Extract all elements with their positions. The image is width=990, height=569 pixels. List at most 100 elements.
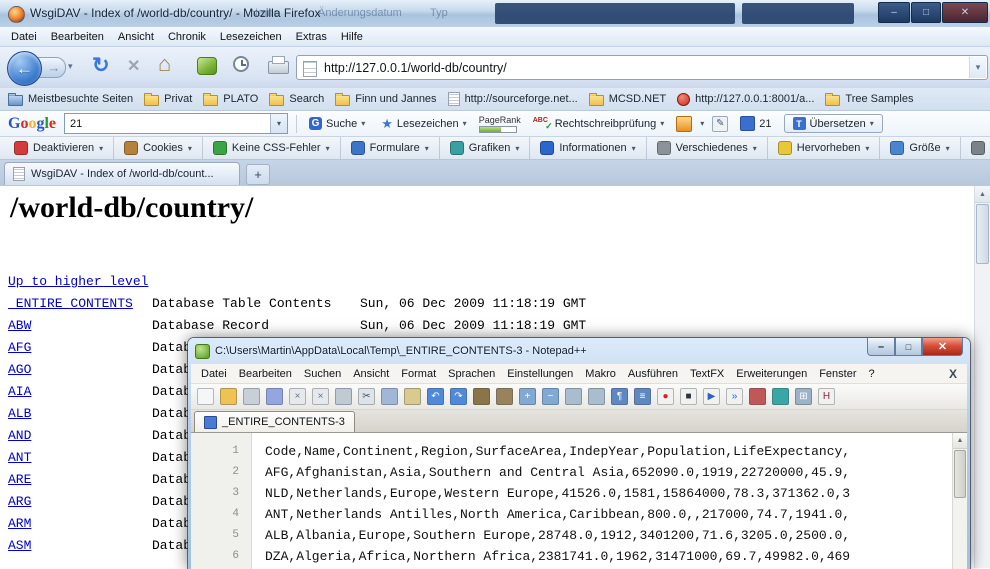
save-all-icon[interactable]	[266, 388, 283, 405]
menu-item[interactable]: TextFX	[684, 368, 730, 380]
save-icon[interactable]	[243, 388, 260, 405]
history-clock-icon[interactable]	[233, 56, 249, 72]
webdev-menu-button[interactable]: Deaktivieren ▾	[4, 137, 114, 159]
directory-entry-link[interactable]: AIA	[8, 381, 152, 403]
show-symbols-icon[interactable]: ¶	[611, 388, 628, 405]
webdev-menu-button[interactable]: Cookies ▾	[114, 137, 203, 159]
menu-item[interactable]: Chronik	[161, 31, 213, 43]
doc-map-icon[interactable]: ⊞	[795, 388, 812, 405]
close-button[interactable]: ✕	[922, 338, 963, 356]
directory-entry-link[interactable]: ABW	[8, 315, 152, 337]
sync-scroll-v-icon[interactable]	[565, 388, 582, 405]
google-toolbar-icon[interactable]	[676, 116, 692, 132]
zoom-in-icon[interactable]: +	[519, 388, 536, 405]
monitor-icon[interactable]	[772, 388, 789, 405]
scroll-up-icon[interactable]: ▲	[953, 433, 967, 449]
menu-item[interactable]: Suchen	[298, 368, 347, 380]
webdev-menu-button[interactable]: Verschiedenes ▾	[647, 137, 768, 159]
webdev-menu-button[interactable]: Grafiken ▾	[440, 137, 531, 159]
bookmark-item[interactable]: Privat	[144, 92, 192, 106]
minimize-button[interactable]: –	[878, 2, 910, 23]
maximize-button[interactable]: □	[895, 338, 922, 356]
close-button[interactable]: ✕	[942, 2, 988, 23]
maximize-button[interactable]: □	[911, 2, 941, 23]
new-file-icon[interactable]	[197, 388, 214, 405]
url-input[interactable]	[322, 57, 967, 78]
autofill-pencil-icon[interactable]	[712, 116, 728, 132]
bookmark-item[interactable]: MCSD.NET	[589, 92, 666, 106]
new-tab-button[interactable]: +	[246, 164, 270, 185]
save-macro-icon[interactable]	[749, 388, 766, 405]
record-macro-icon[interactable]: ●	[657, 388, 674, 405]
scrollbar-thumb[interactable]	[976, 204, 989, 264]
menu-item[interactable]: Ansicht	[347, 368, 395, 380]
webdev-menu-button[interactable]: Informationen ▾	[530, 137, 646, 159]
directory-entry-link[interactable]: ENTIRE CONTENTS	[8, 293, 152, 315]
stop-macro-icon[interactable]: ■	[680, 388, 697, 405]
bookmark-item[interactable]: http://sourceforge.net...	[448, 92, 578, 106]
menu-item[interactable]: Extras	[289, 31, 334, 43]
run-macro-multi-icon[interactable]: »	[726, 388, 743, 405]
bookmark-item[interactable]: http://127.0.0.1:8001/a...	[677, 93, 814, 106]
close-document-x[interactable]: X	[949, 367, 967, 381]
npp-titlebar[interactable]: C:\Users\Martin\AppData\Local\Temp\_ENTI…	[188, 338, 970, 364]
zoom-out-icon[interactable]: −	[542, 388, 559, 405]
directory-entry-link[interactable]: ANT	[8, 447, 152, 469]
find-icon[interactable]	[473, 388, 490, 405]
bookmark-item[interactable]: Meistbesuchte Seiten	[8, 92, 133, 106]
directory-entry-link[interactable]: ARE	[8, 469, 152, 491]
webdev-menu-button[interactable]: Größe ▾	[880, 137, 960, 159]
google-search-input[interactable]	[65, 114, 272, 133]
home-icon[interactable]: ⌂	[158, 51, 171, 77]
print-icon[interactable]	[268, 61, 289, 74]
sync-scroll-h-icon[interactable]	[588, 388, 605, 405]
reload-icon[interactable]: ↻	[92, 53, 110, 78]
scrollbar-thumb[interactable]	[954, 450, 966, 498]
google-bookmarks-button[interactable]: Lesezeichen ▾	[377, 115, 470, 132]
spellcheck-button[interactable]: Rechtschreibprüfung ▾	[529, 115, 669, 132]
paste-icon[interactable]	[404, 388, 421, 405]
webdev-menu-button[interactable]: Formulare ▾	[341, 137, 440, 159]
pagerank-indicator[interactable]: PageRank	[479, 115, 521, 133]
google-search-button[interactable]: Suche ▾	[305, 115, 369, 132]
translate-button[interactable]: Übersetzen ▾	[784, 114, 883, 133]
stop-icon[interactable]: ✕	[127, 56, 140, 76]
play-macro-icon[interactable]: ▶	[703, 388, 720, 405]
close-file-icon[interactable]: ×	[289, 388, 306, 405]
back-button[interactable]: ←	[7, 51, 42, 86]
menu-item[interactable]: Sprachen	[442, 368, 501, 380]
copy-icon[interactable]	[381, 388, 398, 405]
bookmark-item[interactable]: Finn und Jannes	[335, 92, 436, 106]
counter-badge[interactable]: 21	[736, 114, 775, 133]
menu-item[interactable]: Erweiterungen	[730, 368, 813, 380]
bookmark-item[interactable]: Tree Samples	[825, 92, 913, 106]
directory-entry-link[interactable]: ALB	[8, 403, 152, 425]
menu-item[interactable]: Einstellungen	[501, 368, 579, 380]
tab-wsgidav[interactable]: WsgiDAV - Index of /world-db/count...	[4, 162, 240, 185]
webdev-menu-button[interactable]: Hervorheben ▾	[768, 137, 881, 159]
redo-icon[interactable]: ↷	[450, 388, 467, 405]
plugin-icon[interactable]	[197, 57, 217, 75]
html-preview-icon[interactable]: H	[818, 388, 835, 405]
indent-guide-icon[interactable]: ≡	[634, 388, 651, 405]
bookmark-item[interactable]: PLATO	[203, 92, 258, 106]
menu-item[interactable]: Lesezeichen	[213, 31, 289, 43]
directory-entry-link[interactable]: AND	[8, 425, 152, 447]
history-dropdown-icon[interactable]: ▾	[68, 61, 73, 72]
directory-entry-link[interactable]: AGO	[8, 359, 152, 381]
menu-item[interactable]: Fenster	[813, 368, 862, 380]
cut-icon[interactable]: ✂	[358, 388, 375, 405]
menu-item[interactable]: Format	[395, 368, 442, 380]
menu-item[interactable]: Ausführen	[622, 368, 684, 380]
menu-item[interactable]: Bearbeiten	[233, 368, 298, 380]
close-all-icon[interactable]: ×	[312, 388, 329, 405]
directory-entry-link[interactable]: AFG	[8, 337, 152, 359]
menu-item[interactable]: Makro	[579, 368, 622, 380]
menu-item[interactable]: Hilfe	[334, 31, 370, 43]
menu-item[interactable]: Bearbeiten	[44, 31, 111, 43]
directory-entry-link[interactable]: ARM	[8, 513, 152, 535]
menu-item[interactable]: ?	[862, 368, 880, 380]
scroll-up-icon[interactable]: ▲	[975, 186, 990, 203]
replace-icon[interactable]	[496, 388, 513, 405]
directory-entry-link[interactable]: ARG	[8, 491, 152, 513]
